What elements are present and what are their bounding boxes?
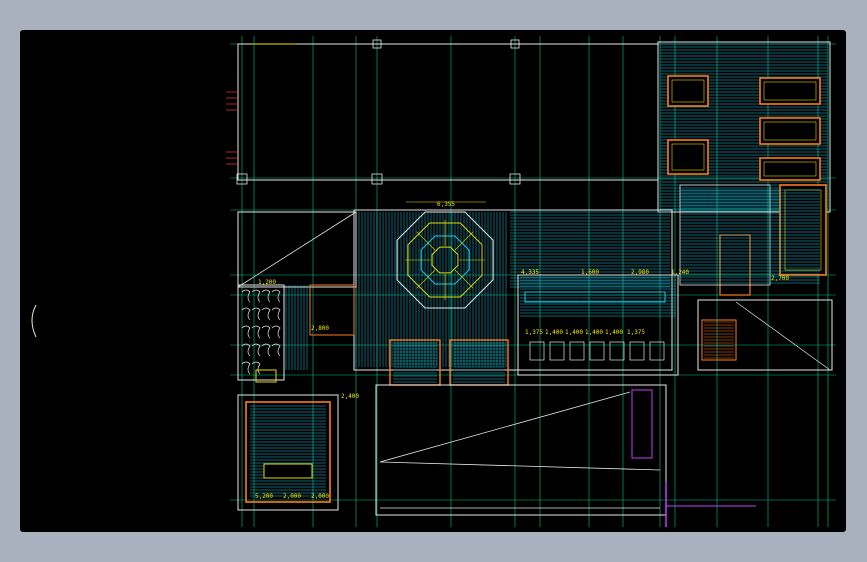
stone-room-walls [237, 284, 285, 381]
stone-pattern [241, 343, 251, 357]
cad-viewport[interactable]: 6,355 4,335 1,600 2,980 1,240 1,375 1,400 1,400… [20, 30, 846, 532]
stone-pattern [271, 343, 281, 357]
dimension-label-left-a: 2,800 [311, 325, 329, 332]
meeting-room-floor-hatch [250, 405, 326, 497]
bed [779, 184, 827, 276]
stone-pattern [271, 325, 281, 339]
booth [389, 339, 441, 386]
dimension-label-row-a: 1,600 [581, 269, 599, 276]
equipment-outline [631, 389, 653, 459]
dimension-label-row-b: 1,400 [585, 329, 603, 336]
meeting-sofa [263, 463, 313, 479]
dimension-label-right-block: 2,700 [771, 275, 789, 282]
dimension-label-row-b: 1,375 [627, 329, 645, 336]
wash-counter [524, 291, 666, 303]
bed [667, 139, 709, 175]
stone-pattern [251, 325, 261, 339]
dimension-label-bottom-room: 2,000 [283, 493, 301, 500]
stone-pattern [241, 307, 251, 321]
dimension-label-left-c: 1,200 [258, 279, 276, 286]
stone-pattern [241, 289, 251, 303]
void-diagonal [379, 461, 661, 471]
stone-pattern [261, 325, 271, 339]
service-floor-hatch [285, 285, 308, 370]
dimension-label-row-b: 1,400 [605, 329, 623, 336]
stone-pattern [261, 289, 271, 303]
stone-pattern [271, 307, 281, 321]
void-diagonal [237, 211, 357, 288]
octagon-spoke [416, 231, 436, 251]
lower-void-walls [375, 384, 667, 516]
door-arc [31, 304, 37, 338]
dimension-label-row-a: 2,980 [631, 269, 649, 276]
stone-pattern [251, 289, 261, 303]
octagon-spoke [416, 269, 436, 289]
dimension-label-left-b: 2,400 [341, 393, 359, 400]
octagon-core [431, 246, 459, 274]
dimension-label-top-hall: 6,355 [437, 201, 455, 208]
bed [759, 157, 821, 181]
void-diagonal [379, 391, 631, 463]
void-diagonal [735, 301, 831, 371]
dimension-label-bottom-room: 5,200 [255, 493, 273, 500]
stone-pattern [261, 343, 271, 357]
upper-hall-walls [237, 43, 659, 181]
washroom-floor-hatch [520, 276, 676, 317]
dimension-label-row-b: 1,400 [545, 329, 563, 336]
dimension-label-row-b: 1,400 [565, 329, 583, 336]
dimension-label-row-a: 1,240 [671, 269, 689, 276]
stone-pattern [261, 307, 271, 321]
bed [667, 75, 709, 107]
stone-pattern [251, 343, 261, 357]
dimension-label-bottom-room: 2,000 [311, 493, 329, 500]
floor-plan-drawing: 6,3554,335 1,600 2,980 1,2401,375 1,400 1,400… [31, 36, 836, 527]
stone-pattern [251, 307, 261, 321]
stone-pattern [241, 325, 251, 339]
booth-floor-hatch [393, 342, 437, 383]
stone-pattern [271, 289, 281, 303]
dimension-label-row-b: 1,375 [525, 329, 543, 336]
dimension-label-row-a: 4,335 [521, 269, 539, 276]
stone-pattern [241, 361, 251, 375]
